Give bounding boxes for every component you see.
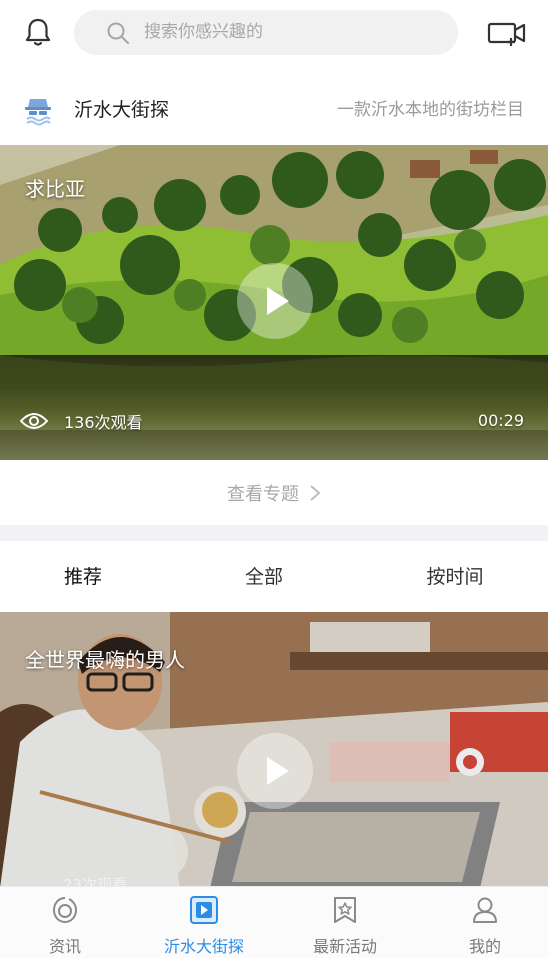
bell-icon[interactable] [22, 16, 54, 48]
column-name: 沂水大街探 [74, 99, 170, 121]
nav-label-street: 沂水大街探 [163, 937, 244, 956]
view-count-label: 136次观看 [64, 413, 143, 432]
view-topic-label: 查看专题 [227, 484, 299, 505]
tab-by-time[interactable]: 按时间 [385, 542, 525, 612]
tab-all[interactable]: 全部 [194, 542, 334, 612]
video-camera-plus-icon[interactable] [487, 18, 527, 48]
profile-icon [473, 897, 497, 923]
column-description: 一款沂水本地的街坊栏目 [337, 100, 524, 120]
column-logo-icon [25, 99, 51, 126]
nav-item-events[interactable]: 最新活动 [280, 887, 410, 958]
chevron-right-icon [310, 485, 321, 501]
play-icon[interactable] [237, 733, 313, 809]
view-count: 136次观看 [20, 409, 143, 433]
search-placeholder: 搜索你感兴趣的 [144, 22, 263, 42]
nav-label-profile: 我的 [468, 937, 501, 956]
video-duration: 00:29 [477, 411, 524, 430]
video-play-icon [190, 896, 218, 924]
news-icon [52, 897, 78, 924]
video-card[interactable]: 全世界最嗨的男人 23次观看 [0, 612, 548, 888]
nav-label-events: 最新活动 [312, 937, 377, 956]
search-bar[interactable]: 搜索你感兴趣的 [74, 10, 458, 55]
bottom-nav: 资讯 沂水大街探 最新活动 我的 [0, 886, 548, 958]
view-topic-link[interactable]: 查看专题 [0, 462, 548, 524]
search-icon [107, 22, 129, 44]
eye-icon [20, 413, 48, 429]
top-bar: 搜索你感兴趣的 [0, 0, 548, 66]
nav-item-street[interactable]: 沂水大街探 [139, 887, 269, 958]
section-divider [0, 525, 548, 541]
bookmark-star-icon [334, 897, 356, 923]
column-header[interactable]: 沂水大街探 一款沂水本地的街坊栏目 [0, 78, 548, 142]
nav-label-news: 资讯 [48, 937, 81, 956]
featured-video[interactable]: 求比亚 136次观看 00:29 [0, 145, 548, 460]
featured-video-title: 求比亚 [25, 177, 85, 201]
nav-item-news[interactable]: 资讯 [0, 887, 130, 958]
filter-tabs: 推荐 全部 按时间 [0, 542, 548, 612]
tab-recommended[interactable]: 推荐 [13, 542, 153, 612]
play-icon[interactable] [237, 263, 313, 339]
nav-item-profile[interactable]: 我的 [420, 887, 548, 958]
app-screen: 搜索你感兴趣的 沂水大街探 一款沂水本地的街坊栏目 求比亚 136次观看 00:… [0, 0, 548, 958]
video-card-title: 全世界最嗨的男人 [25, 648, 185, 672]
